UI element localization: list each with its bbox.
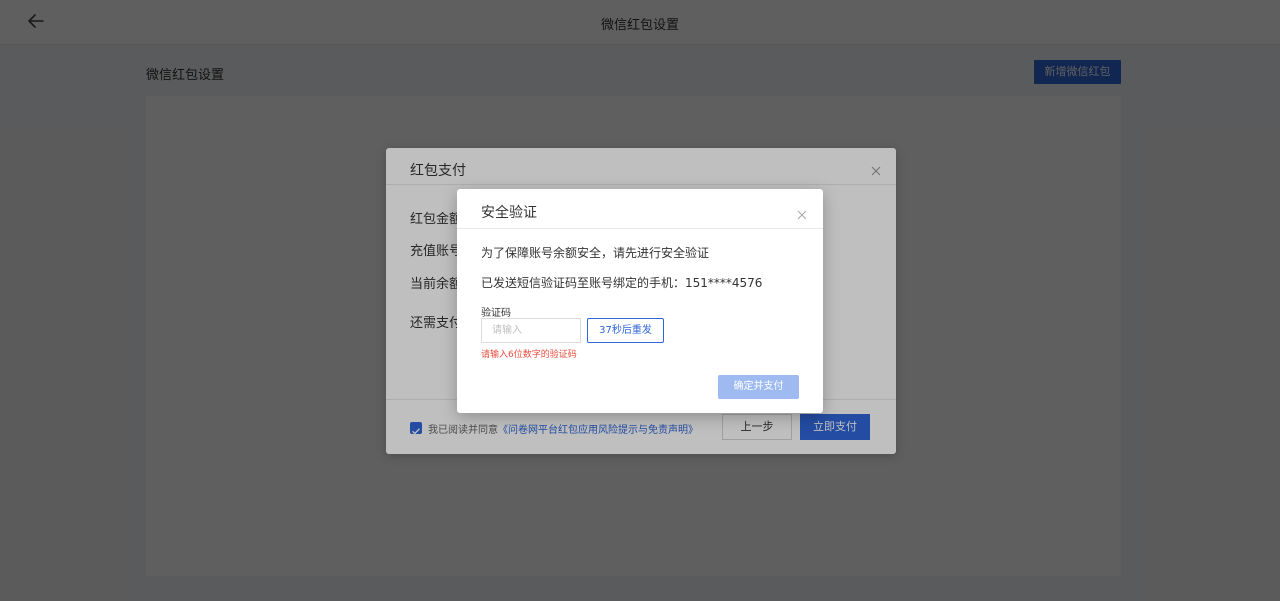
confirm-and-pay-button[interactable]: 确定并支付 <box>718 375 799 399</box>
error-message: 请输入6位数字的验证码 <box>481 350 577 360</box>
security-dialog-title: 安全验证 <box>481 205 537 221</box>
security-dialog-header: 安全验证 <box>457 189 823 229</box>
security-dialog: 安全验证 为了保障账号余额安全，请先进行安全验证 已发送短信验证码至账号绑定的手… <box>457 189 823 413</box>
verification-code-input[interactable] <box>481 318 581 343</box>
resend-code-button[interactable]: 37秒后重发 <box>587 318 664 343</box>
close-icon[interactable] <box>797 205 807 220</box>
security-notice: 为了保障账号余额安全，请先进行安全验证 <box>481 246 710 260</box>
sms-sent-notice: 已发送短信验证码至账号绑定的手机：151****4576 <box>481 276 763 290</box>
code-label: 验证码 <box>481 308 511 319</box>
